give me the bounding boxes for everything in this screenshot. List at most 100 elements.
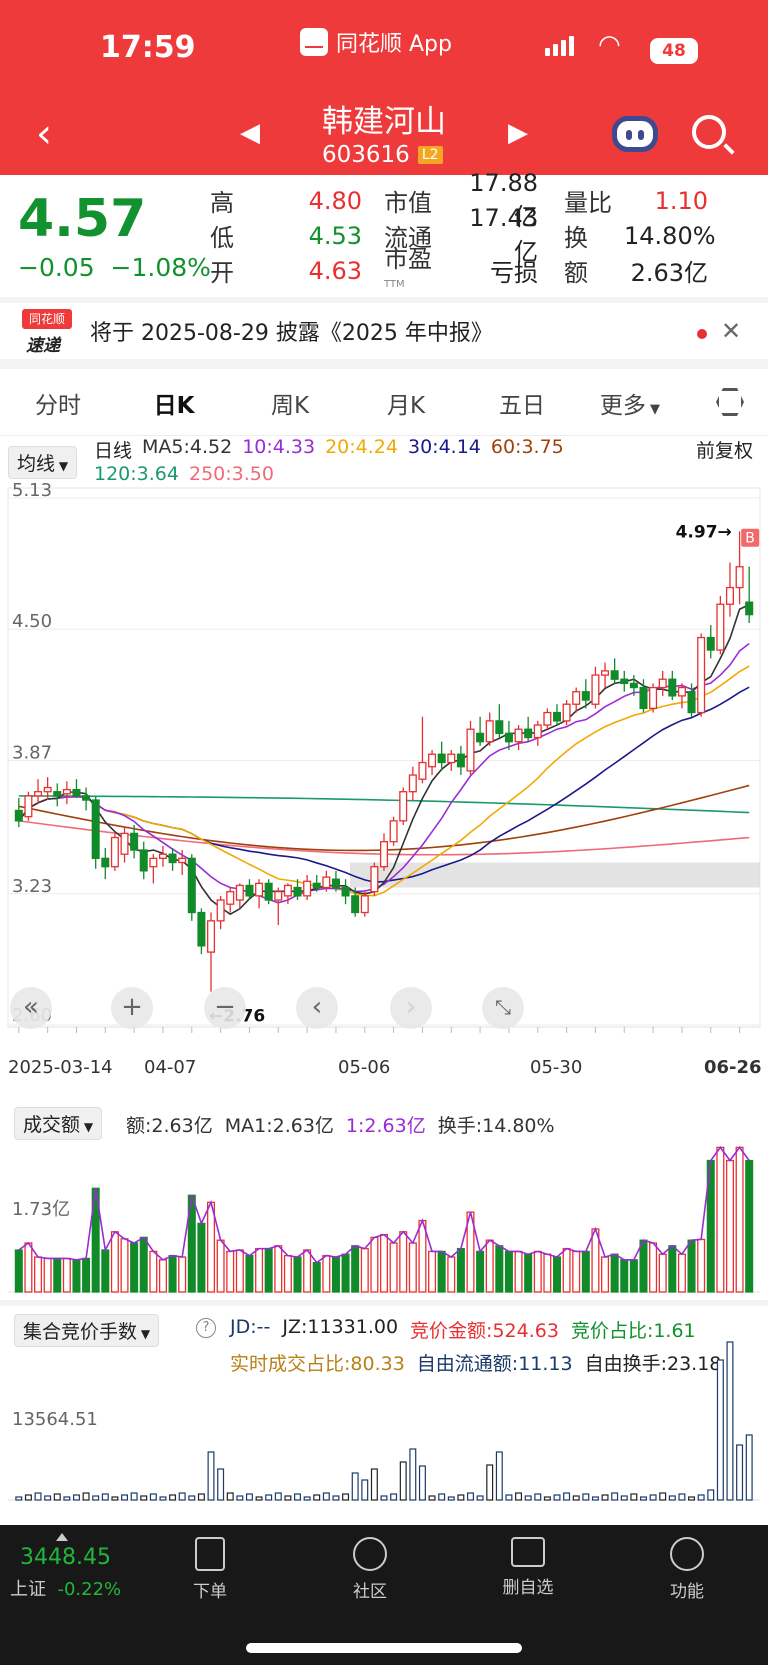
volume-bar [62,1257,71,1293]
auction-bar [620,1495,628,1501]
auction-bar [543,1496,551,1501]
notice-banner[interactable]: 同花顺 速递 将于 2025-08-29 披露《2025 年中报》 ✕ [0,303,768,359]
quote-label: 高 [210,189,234,217]
index-value[interactable]: 3448.45 [20,1545,111,1570]
ma-legend: 日线 MA5:4.52 10:4.33 20:4.24 30:4.14 60:3.75 … [94,436,564,485]
functions-button[interactable]: 功能 [647,1537,727,1602]
auction-bar [639,1496,647,1501]
order-button[interactable]: 下单 [170,1537,250,1602]
next-stock-button[interactable]: ▶ [508,118,528,148]
adjust-mode[interactable]: 前复权 [696,436,753,463]
tab-five-day[interactable]: 五日 [464,386,580,420]
candle-body [466,728,475,772]
y-axis-label: 5.13 [12,480,52,501]
volume-bar [283,1254,292,1293]
volume-bar [178,1256,187,1293]
y-axis-label: 4.50 [12,611,52,632]
auction-bar [688,1496,696,1501]
candle-body [360,895,369,914]
community-button[interactable]: 社区 [330,1537,410,1602]
auction-legend-item: 竞价金额:524.63 [410,1320,559,1342]
auction-bar [332,1495,340,1501]
close-icon[interactable]: ✕ [721,317,741,345]
candle-body [485,720,494,743]
volume-chart[interactable]: 1.73亿 [0,1135,768,1295]
zoom-out-icon[interactable]: − [204,987,246,1029]
ma-legend-item: 20:4.24 [325,436,398,458]
candle-body [543,711,552,726]
scroll-left-icon[interactable]: ‹ [296,987,338,1029]
remove-watchlist-button[interactable]: 删自选 [488,1537,568,1598]
volume-bar [428,1250,437,1293]
zoom-in-icon[interactable]: + [111,987,153,1029]
candle-body [745,601,754,616]
ma-row-1: MA5:4.52 10:4.33 20:4.24 30:4.14 60:3.75 [142,436,564,463]
indicator-selector[interactable]: 均线 ▼ [8,446,78,479]
volume-bar [82,1257,91,1293]
auction-bar [409,1448,417,1501]
quote-label-pe: 市盈TTM [384,245,432,290]
auction-bar [399,1461,407,1501]
auction-bar [226,1492,234,1501]
auction-bar [342,1493,350,1501]
assistant-robot-icon[interactable] [612,116,658,152]
volume-bar [601,1256,610,1293]
auction-bar [245,1493,253,1501]
zoom-out-left-icon[interactable]: « [10,987,52,1029]
tab-monthly-k[interactable]: 月K [348,386,464,420]
candle-body [408,774,417,793]
kline-chart[interactable]: 5.134.503.873.232.604.97→←2.76B [0,480,768,1080]
auction-bar [72,1494,80,1501]
candle-body [706,636,715,651]
candle-body [72,788,81,797]
quote-label: 换 [564,224,588,252]
auction-bar [418,1465,426,1501]
auction-bar [447,1496,455,1501]
auction-bar [92,1495,100,1501]
volume-bar [120,1238,129,1293]
volume-bar [206,1201,216,1293]
volume-bar [629,1259,638,1293]
volume-bar [43,1257,52,1293]
auction-chart[interactable]: 13564.51 [0,1340,768,1505]
candle-body [62,788,71,795]
search-icon[interactable] [692,115,726,149]
tab-more[interactable]: 更多 ▼ [580,386,680,420]
volume-bar [447,1256,456,1293]
auction-bar [101,1493,109,1501]
unread-dot [697,329,707,339]
volume-legend-item: 额:2.63亿 [126,1115,213,1137]
volume-bar [418,1219,427,1293]
help-icon[interactable]: ? [196,1318,216,1338]
tab-daily-k[interactable]: 日K [116,386,232,420]
stock-code: 603616 L2 [322,142,443,168]
auction-bar [361,1479,369,1501]
auction-bar [217,1468,225,1501]
volume-bar [543,1253,552,1293]
auction-bar [370,1468,378,1501]
fullscreen-icon[interactable]: ⤡ [482,987,524,1029]
tab-timeshare[interactable]: 分时 [0,386,116,420]
volume-bar [226,1250,235,1293]
candle-body [178,857,187,864]
volume-bar [399,1231,408,1293]
auction-bar [476,1495,484,1501]
auction-bar [668,1495,676,1501]
volume-bar [668,1245,677,1293]
candle-body [389,820,398,843]
scroll-right-icon[interactable]: › [390,987,432,1029]
auction-bar [265,1494,273,1501]
tab-weekly-k[interactable]: 周K [232,386,348,420]
chevron-down-icon: ▼ [645,401,661,417]
volume-bar [216,1239,225,1293]
candle-body [216,899,225,922]
volume-bar [639,1239,648,1293]
candle-body [533,724,542,739]
auction-bar [524,1495,532,1501]
candle-body [34,791,43,797]
auction-bar [736,1444,744,1501]
battery-icon: 48 [650,38,698,64]
settings-icon[interactable] [716,388,744,416]
index-info[interactable]: 上证 -0.22% [10,1575,121,1601]
candle-body [399,791,408,822]
